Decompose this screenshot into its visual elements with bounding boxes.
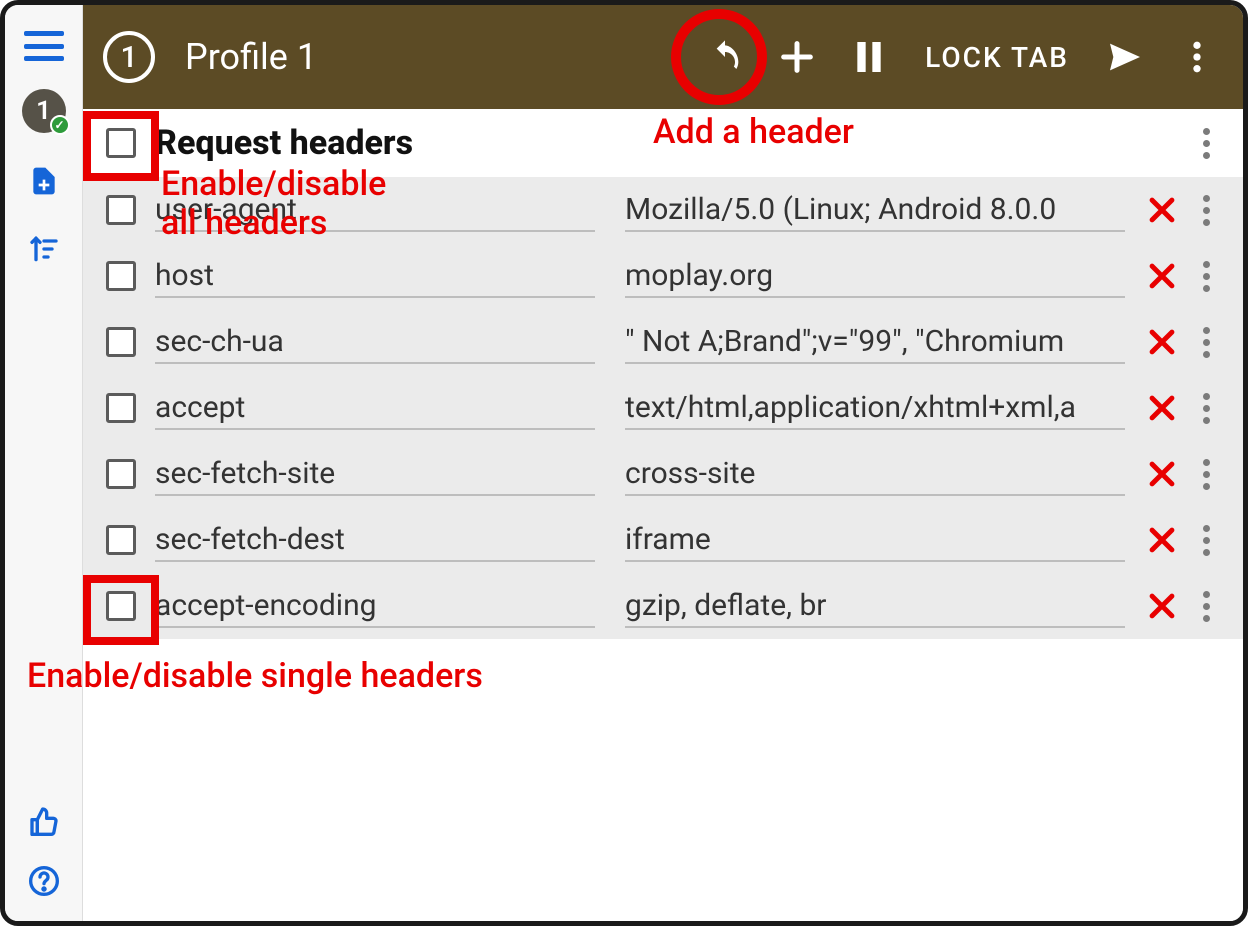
check-icon: [50, 115, 70, 135]
left-rail: 1: [5, 5, 83, 921]
header-value-input[interactable]: " Not A;Brand";v="99", "Chromium: [625, 320, 1125, 364]
header-name-input[interactable]: host: [155, 254, 595, 298]
section-title: Request headers: [155, 123, 413, 163]
delete-header-button[interactable]: [1143, 587, 1181, 625]
thumbs-up-icon[interactable]: [24, 801, 64, 841]
header-value-input[interactable]: gzip, deflate, br: [625, 584, 1125, 628]
header-value-input[interactable]: Mozilla/5.0 (Linux; Android 8.0.0: [625, 188, 1125, 232]
delete-header-button[interactable]: [1143, 389, 1181, 427]
pause-button[interactable]: [843, 31, 895, 83]
header-name-input[interactable]: accept-encoding: [155, 584, 595, 628]
delete-header-button[interactable]: [1143, 257, 1181, 295]
lock-tab-button[interactable]: LOCK TAB: [925, 41, 1069, 74]
header-value-input[interactable]: text/html,application/xhtml+xml,a: [625, 386, 1125, 430]
profile-number-text: 1: [120, 40, 137, 75]
header-name-input[interactable]: sec-fetch-dest: [155, 518, 595, 562]
header-menu-button[interactable]: [1189, 327, 1223, 358]
profile-badge-1[interactable]: 1: [22, 89, 66, 133]
header-checkbox[interactable]: [101, 190, 141, 230]
header-name-input[interactable]: user-agent: [155, 188, 595, 232]
header-row: sec-ch-ua " Not A;Brand";v="99", "Chromi…: [83, 309, 1243, 375]
undo-button[interactable]: [699, 31, 751, 83]
header-row: user-agent Mozilla/5.0 (Linux; Android 8…: [83, 177, 1243, 243]
section-header: Request headers: [83, 109, 1243, 177]
profile-number-circle: 1: [103, 31, 155, 83]
main-area: 1 Profile 1 LOCK TAB: [83, 5, 1243, 921]
share-button[interactable]: [1099, 31, 1151, 83]
header-value-input[interactable]: cross-site: [625, 452, 1125, 496]
header-checkbox[interactable]: [101, 586, 141, 626]
topbar: 1 Profile 1 LOCK TAB: [83, 5, 1243, 109]
delete-header-button[interactable]: [1143, 323, 1181, 361]
header-row: sec-fetch-site cross-site: [83, 441, 1243, 507]
header-menu-button[interactable]: [1189, 459, 1223, 490]
header-name-input[interactable]: sec-ch-ua: [155, 320, 595, 364]
header-menu-button[interactable]: [1189, 195, 1223, 226]
delete-header-button[interactable]: [1143, 521, 1181, 559]
section-menu-button[interactable]: [1189, 128, 1223, 159]
header-checkbox[interactable]: [101, 322, 141, 362]
new-file-icon[interactable]: [24, 161, 64, 201]
header-menu-button[interactable]: [1189, 393, 1223, 424]
header-row: sec-fetch-dest iframe: [83, 507, 1243, 573]
request-headers-section: Request headers user-agent Mozilla/5.0 (…: [83, 109, 1243, 639]
profile-badge-number: 1: [36, 96, 51, 126]
help-icon[interactable]: [24, 861, 64, 901]
header-name-input[interactable]: accept: [155, 386, 595, 430]
hamburger-menu-icon[interactable]: [24, 31, 64, 61]
delete-header-button[interactable]: [1143, 455, 1181, 493]
header-row: accept text/html,application/xhtml+xml,a: [83, 375, 1243, 441]
header-checkbox[interactable]: [101, 256, 141, 296]
header-checkbox[interactable]: [101, 454, 141, 494]
header-value-input[interactable]: moplay.org: [625, 254, 1125, 298]
header-menu-button[interactable]: [1189, 525, 1223, 556]
header-checkbox[interactable]: [101, 520, 141, 560]
header-value-input[interactable]: iframe: [625, 518, 1125, 562]
header-row: accept-encoding gzip, deflate, br: [83, 573, 1243, 639]
delete-header-button[interactable]: [1143, 191, 1181, 229]
profile-title: Profile 1: [185, 36, 317, 78]
header-name-input[interactable]: sec-fetch-site: [155, 452, 595, 496]
more-menu-button[interactable]: [1171, 31, 1223, 83]
sort-icon[interactable]: [24, 229, 64, 269]
header-row: host moplay.org: [83, 243, 1243, 309]
add-header-button[interactable]: [771, 31, 823, 83]
header-menu-button[interactable]: [1189, 591, 1223, 622]
header-checkbox[interactable]: [101, 388, 141, 428]
header-rows: user-agent Mozilla/5.0 (Linux; Android 8…: [83, 177, 1243, 639]
toggle-all-checkbox[interactable]: [101, 123, 141, 163]
content: Request headers user-agent Mozilla/5.0 (…: [83, 109, 1243, 921]
header-menu-button[interactable]: [1189, 261, 1223, 292]
